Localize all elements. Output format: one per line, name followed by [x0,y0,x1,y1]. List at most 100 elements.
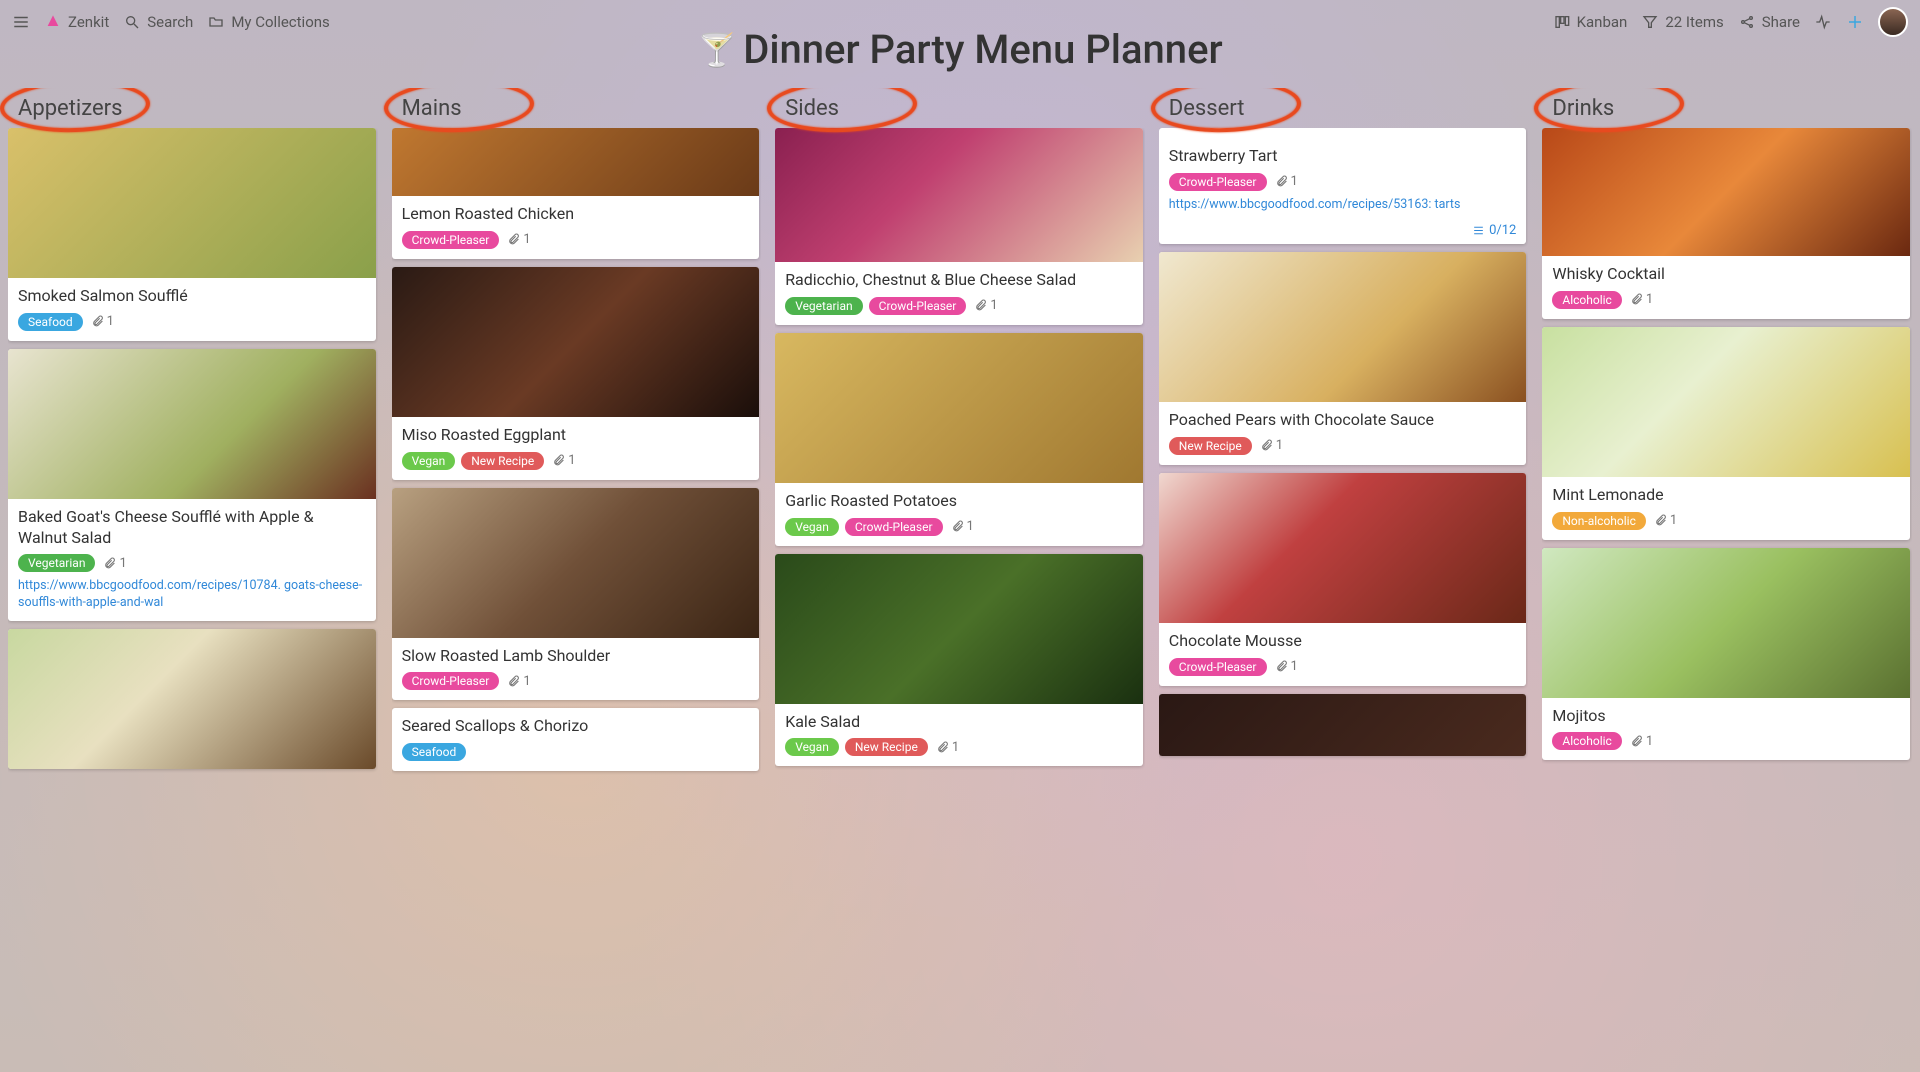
card[interactable]: Strawberry TartCrowd-Pleaser 1https://ww… [1159,128,1527,244]
card[interactable]: Seared Scallops & ChorizoSeafood [392,708,760,771]
card-image [1542,327,1910,477]
card-image [8,629,376,769]
column-body: Whisky CocktailAlcoholic 1 Mint Lemonade N… [1542,128,1912,1064]
tags-row: Seafood 1 [18,313,366,331]
tags-row: Crowd-Pleaser 1 [1169,658,1517,676]
card[interactable]: Baked Goat's Cheese Soufflé with Apple &… [8,349,376,621]
card-image [1542,128,1910,256]
tag[interactable]: Seafood [402,743,467,761]
tag[interactable]: Crowd-Pleaser [1169,173,1267,191]
card-title: Lemon Roasted Chicken [402,204,750,225]
card[interactable]: Lemon Roasted Chicken Crowd-Pleaser 1 [392,128,760,259]
title-text: Dinner Party Menu Planner [743,26,1222,73]
kanban-board: Appetizers Smoked Salmon SouffléSeafood 1… [0,88,1920,1072]
column-header[interactable]: Dessert [1159,96,1245,121]
card-image [1542,548,1910,698]
attachment-count[interactable]: 1 [552,453,575,468]
tags-row: Non-alcoholic 1 [1552,512,1900,530]
card[interactable]: Chocolate Mousse Crowd-Pleaser 1 [1159,473,1527,686]
card-image [775,554,1143,704]
card-title: Mint Lemonade [1552,485,1900,506]
attachment-count[interactable]: 1 [1275,659,1298,674]
cocktail-icon: 🍸 [697,31,737,69]
card-link[interactable]: https://www.bbcgoodfood.com/recipes/1078… [18,578,366,611]
attachment-count[interactable]: 1 [1630,734,1653,749]
card[interactable]: Mojitos Alcoholic 1 [1542,548,1910,761]
card-image [392,488,760,638]
column-dessert: Dessert Strawberry TartCrowd-Pleaser 1htt… [1159,88,1529,1064]
column-header[interactable]: Sides [775,96,839,121]
card-title: Poached Pears with Chocolate Sauce [1169,410,1517,431]
card-title: Slow Roasted Lamb Shoulder [402,646,750,667]
tag[interactable]: Vegan [402,452,456,470]
attachment-count[interactable]: 1 [1654,513,1677,528]
attachment-count[interactable]: 1 [936,740,959,755]
column-mains: Mains Lemon Roasted Chicken Crowd-Pleaser … [392,88,762,1064]
tag[interactable]: Alcoholic [1552,291,1621,309]
attachment-count[interactable]: 1 [91,314,114,329]
column-header[interactable]: Mains [392,96,462,121]
attachment-count[interactable]: 1 [1260,438,1283,453]
card[interactable]: Whisky CocktailAlcoholic 1 [1542,128,1910,319]
tags-row: Vegetarian 1 [18,554,366,572]
card-image [8,349,376,499]
tag[interactable]: New Recipe [461,452,544,470]
card-image [1159,473,1527,623]
card-title: Radicchio, Chestnut & Blue Cheese Salad [785,270,1133,291]
card[interactable]: Smoked Salmon SouffléSeafood 1 [8,128,376,341]
column-body: Radicchio, Chestnut & Blue Cheese Salad V… [775,128,1145,1064]
tags-row: Vegan New Recipe 1 [785,738,1133,756]
card-title: Miso Roasted Eggplant [402,425,750,446]
attachment-count[interactable]: 1 [507,232,530,247]
column-body: Strawberry TartCrowd-Pleaser 1https://ww… [1159,128,1529,1064]
tag[interactable]: New Recipe [845,738,928,756]
card-title: Chocolate Mousse [1169,631,1517,652]
attachment-count[interactable]: 1 [507,674,530,689]
tag[interactable]: Non-alcoholic [1552,512,1646,530]
card-title: Mojitos [1552,706,1900,727]
card[interactable]: Slow Roasted Lamb ShoulderCrowd-Pleaser … [392,488,760,701]
card-image [775,333,1143,483]
card[interactable]: Kale Salad Vegan New Recipe 1 [775,554,1143,767]
attachment-count[interactable]: 1 [1630,292,1653,307]
tag[interactable]: Vegetarian [18,554,95,572]
card-progress[interactable]: 0/12 [1159,223,1527,244]
card[interactable]: Garlic Roasted Potatoes Vegan Crowd-Please… [775,333,1143,546]
card[interactable]: Radicchio, Chestnut & Blue Cheese Salad V… [775,128,1143,325]
tags-row: Vegan Crowd-Pleaser 1 [785,518,1133,536]
card[interactable]: Miso Roasted Eggplant Vegan New Recipe 1 [392,267,760,480]
card-title: Garlic Roasted Potatoes [785,491,1133,512]
card-title: Kale Salad [785,712,1133,733]
column-drinks: DrinksWhisky CocktailAlcoholic 1Mint Lem… [1542,88,1912,1064]
tag[interactable]: Vegan [785,518,839,536]
tags-row: Vegan New Recipe 1 [402,452,750,470]
tag[interactable]: Alcoholic [1552,732,1621,750]
tags-row: Crowd-Pleaser 1 [402,231,750,249]
card-link[interactable]: https://www.bbcgoodfood.com/recipes/5316… [1169,197,1517,213]
tag[interactable]: Crowd-Pleaser [869,297,967,315]
attachment-count[interactable]: 1 [974,298,997,313]
card[interactable]: Poached Pears with Chocolate Sauce New Re… [1159,252,1527,465]
column-header[interactable]: Appetizers [8,96,123,121]
tag[interactable]: Crowd-Pleaser [402,672,500,690]
column-header[interactable]: Drinks [1542,96,1614,121]
tags-row: Crowd-Pleaser 1 [1169,173,1517,191]
tag[interactable]: Crowd-Pleaser [1169,658,1267,676]
attachment-count[interactable]: 1 [1275,174,1298,189]
tag[interactable]: Vegetarian [785,297,862,315]
tag[interactable]: Crowd-Pleaser [845,518,943,536]
tag[interactable]: Vegan [785,738,839,756]
column-appetizers: Appetizers Smoked Salmon SouffléSeafood 1… [8,88,378,1064]
card[interactable]: Mint Lemonade Non-alcoholic 1 [1542,327,1910,540]
card[interactable] [1159,694,1527,756]
card-image [392,267,760,417]
tags-row: Vegetarian Crowd-Pleaser 1 [785,297,1133,315]
card[interactable] [8,629,376,769]
tag[interactable]: Seafood [18,313,83,331]
tag[interactable]: New Recipe [1169,437,1252,455]
attachment-count[interactable]: 1 [951,519,974,534]
attachment-count[interactable]: 1 [103,556,126,571]
tag[interactable]: Crowd-Pleaser [402,231,500,249]
card-title: Baked Goat's Cheese Soufflé with Apple &… [18,507,366,549]
page-title: 🍸Dinner Party Menu Planner [0,26,1920,73]
